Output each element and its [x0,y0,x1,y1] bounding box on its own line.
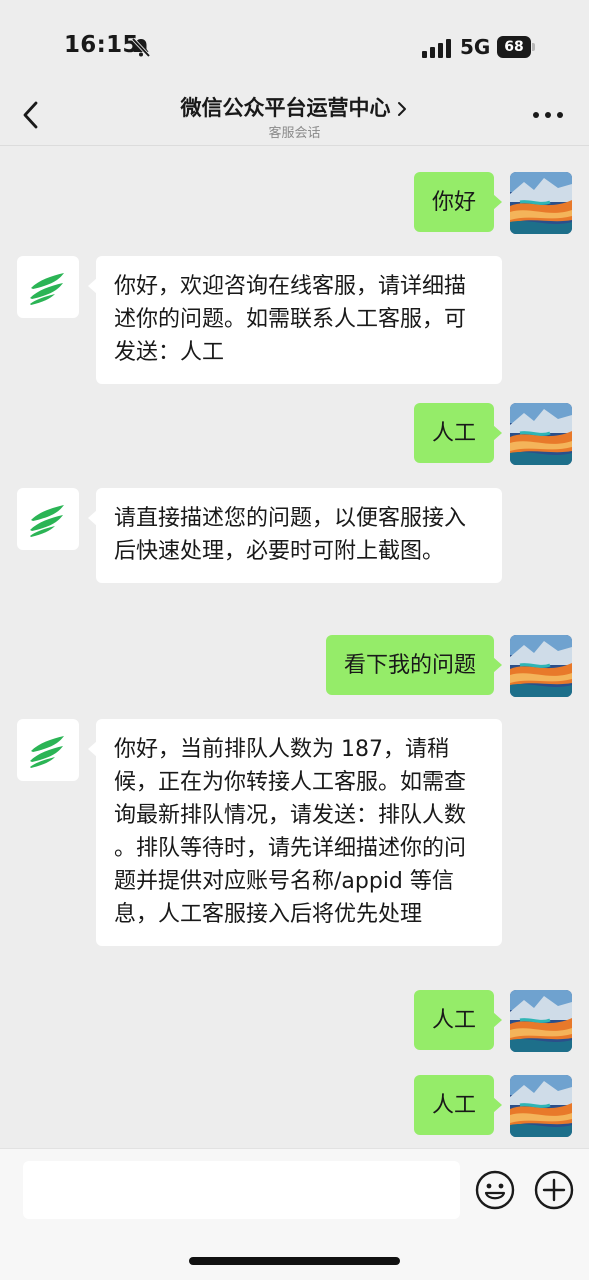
message-bubble-user[interactable]: 你好 [413,172,503,232]
chevron-right-icon [397,101,406,116]
bot-avatar[interactable] [17,256,79,318]
landscape-avatar-image [510,172,572,234]
network-label: 5G [460,35,491,59]
message-bubble-bot[interactable]: 你好，当前排队人数为 187，请稍候，正在为你转接人工客服。如需查询最新排队情况… [88,719,502,946]
nav-bar: 微信公众平台运营中心 客服会话 [0,88,589,146]
message-bubble-bot[interactable]: 请直接描述您的问题，以便客服接入后快速处理，必要时可附上截图。 [88,488,502,583]
user-avatar[interactable] [510,172,572,234]
status-bar: 16:15 5G 68 [0,0,589,88]
landscape-avatar-image [510,635,572,697]
chat-area: 你好 你好，欢迎咨询在线客服，请详细描述你的问题。如需联系人工客服，可发送：人工… [0,147,589,1148]
user-avatar[interactable] [510,990,572,1052]
page-title: 微信公众平台运营中心 [180,96,391,120]
message-bubble-user[interactable]: 人工 [413,403,503,463]
user-avatar[interactable] [510,635,572,697]
bot-avatar[interactable] [17,719,79,781]
plus-circle-icon[interactable] [533,1169,575,1211]
message-input[interactable] [23,1161,460,1219]
chat-title-button[interactable]: 微信公众平台运营中心 [0,92,589,122]
user-avatar[interactable] [510,1075,572,1137]
landscape-avatar-image [510,1075,572,1137]
battery-indicator: 68 [497,36,537,58]
status-time: 16:15 [64,32,139,58]
signal-icon [422,39,451,58]
green-leaf-logo-icon [30,505,64,537]
bot-avatar[interactable] [17,488,79,550]
bell-muted-icon [131,37,151,58]
message-bubble-user[interactable]: 人工 [413,1075,503,1135]
more-dots-icon[interactable] [532,110,564,120]
user-avatar[interactable] [510,403,572,465]
battery-level: 68 [497,36,531,58]
green-leaf-logo-icon [30,736,64,768]
battery-cap [532,43,535,51]
landscape-avatar-image [510,403,572,465]
message-bubble-user[interactable]: 人工 [413,990,503,1050]
landscape-avatar-image [510,990,572,1052]
home-indicator [189,1257,400,1265]
page-subtitle: 客服会话 [268,126,321,141]
message-bubble-user[interactable]: 看下我的问题 [325,635,503,695]
emoji-icon[interactable] [474,1169,516,1211]
green-leaf-logo-icon [30,273,64,305]
message-bubble-bot[interactable]: 你好，欢迎咨询在线客服，请详细描述你的问题。如需联系人工客服，可发送：人工 [88,256,502,384]
